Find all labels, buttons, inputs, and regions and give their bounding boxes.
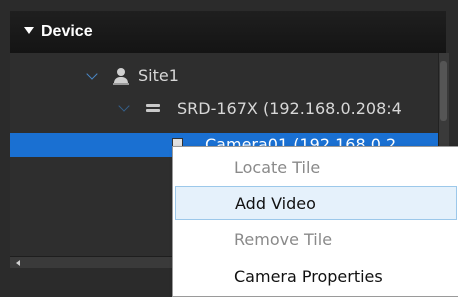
menu-item-remove-tile[interactable]: Remove Tile [175,223,457,257]
menu-item-locate-tile[interactable]: Locate Tile [175,151,457,185]
menu-item-add-video[interactable]: Add Video [175,186,457,220]
collapse-caret-icon[interactable] [24,27,34,34]
context-menu: Locate Tile Add Video Remove Tile Camera… [172,146,458,297]
scroll-left-arrow-icon[interactable] [16,260,20,266]
expand-chevron-icon[interactable] [118,100,130,112]
expand-chevron-icon[interactable] [86,68,98,80]
tree-node-site[interactable]: Site1 [80,63,438,89]
recorder-icon [146,104,160,114]
panel-title: Device [41,23,93,40]
scrollbar-thumb[interactable] [440,61,447,121]
tree-node-recorder[interactable]: SRD-167X (192.168.0.208:4 [110,96,438,122]
recorder-label: SRD-167X (192.168.0.208:4 [177,99,402,118]
site-label: Site1 [138,66,179,85]
device-panel-header[interactable]: Device [10,11,446,54]
site-icon [113,68,129,86]
menu-item-camera-properties[interactable]: Camera Properties [175,260,457,294]
